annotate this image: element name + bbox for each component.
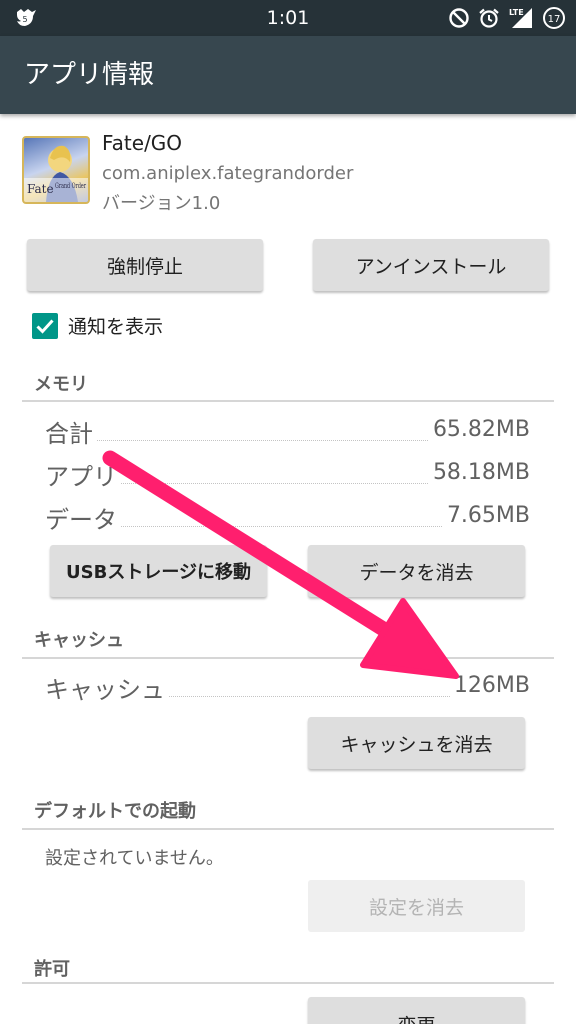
- cache-divider: [22, 657, 554, 659]
- app-icon-text-order: Grand Order: [55, 182, 86, 190]
- checkmark-icon: [36, 319, 54, 334]
- uninstall-button[interactable]: アンインストール: [313, 239, 549, 291]
- show-notifications-label: 通知を表示: [68, 316, 164, 338]
- alarm-clock-icon: [479, 8, 499, 28]
- app-icon-text-fate: Fate: [27, 182, 54, 196]
- app-name: Fate/GO: [102, 131, 183, 155]
- clear-defaults-button: 設定を消去: [308, 880, 525, 932]
- permissions-divider: [22, 982, 554, 984]
- memory-divider: [22, 400, 554, 402]
- defaults-status-text: 設定されていません。: [45, 848, 224, 869]
- do-not-disturb-icon: [449, 8, 469, 28]
- permissions-section-header: 許可: [34, 959, 70, 980]
- app-package-name: com.aniplex.fategrandorder: [102, 163, 354, 184]
- lte-signal-icon: LTE: [509, 8, 532, 28]
- move-to-usb-button[interactable]: USBストレージに移動: [50, 545, 267, 597]
- show-notifications-checkbox[interactable]: [32, 313, 58, 339]
- app-version: バージョン1.0: [102, 193, 221, 214]
- memory-total-label: 合計: [45, 414, 97, 449]
- memory-app-value: 58.18MB: [428, 460, 530, 485]
- memory-data-value: 7.65MB: [442, 503, 530, 528]
- app-bar: アプリ情報: [0, 36, 576, 114]
- clear-data-button[interactable]: データを消去: [308, 545, 525, 597]
- cache-value: 126MB: [449, 673, 530, 698]
- memory-total-value: 65.82MB: [428, 417, 530, 442]
- change-permissions-button[interactable]: 変更: [308, 997, 525, 1024]
- memory-section-header: メモリ: [34, 374, 88, 395]
- status-bar: 5 1:01 LTE 17: [0, 0, 576, 36]
- clear-cache-button[interactable]: キャッシュを消去: [308, 717, 525, 769]
- defaults-divider: [22, 828, 554, 830]
- status-icons: LTE 17: [448, 5, 566, 31]
- cache-label: キャッシュ: [45, 670, 169, 705]
- memory-data-label: データ: [45, 500, 121, 535]
- battery-level: 17: [548, 14, 561, 25]
- battery-icon: 17: [543, 7, 565, 29]
- memory-app-label: アプリ: [45, 457, 121, 492]
- force-stop-button[interactable]: 強制停止: [27, 239, 263, 291]
- network-type: LTE: [509, 8, 524, 17]
- page-title: アプリ情報: [24, 60, 155, 90]
- defaults-section-header: デフォルトでの起動: [34, 801, 196, 822]
- cache-section-header: キャッシュ: [34, 630, 124, 651]
- app-icon: Fate Grand Order: [22, 136, 90, 204]
